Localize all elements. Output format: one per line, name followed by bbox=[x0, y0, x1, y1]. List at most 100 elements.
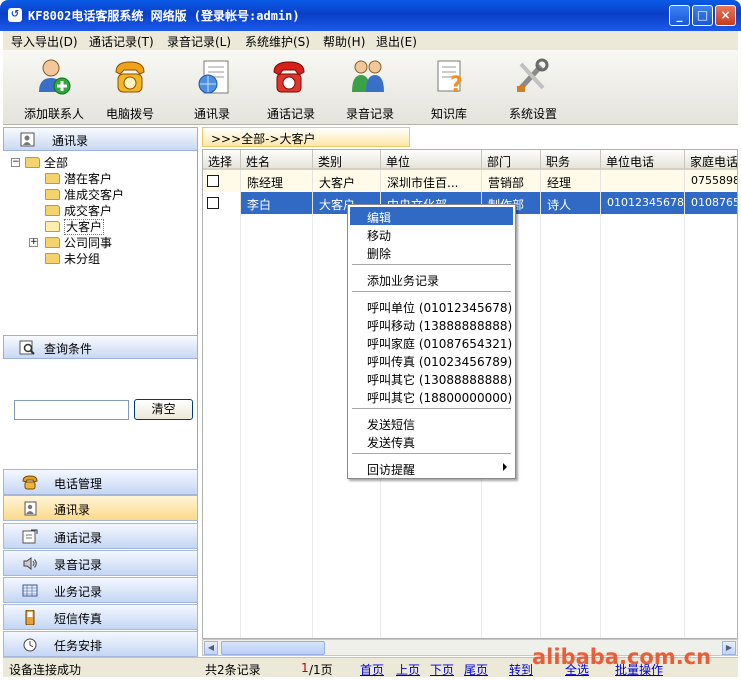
next-page-link[interactable]: 下页 bbox=[430, 661, 454, 678]
connection-status: 设备连接成功 bbox=[9, 663, 82, 677]
title-bar: ↺ KF8002电话客服系统 网络版 (登录帐号:admin) _ □ × bbox=[0, 0, 741, 31]
toolbar-label: 通讯录 bbox=[194, 107, 231, 121]
column-divider bbox=[600, 170, 601, 638]
nav-label: 通话记录 bbox=[54, 531, 103, 545]
menu-item-call-mobile[interactable]: 呼叫移动 (13888888888) bbox=[350, 315, 513, 333]
scrollbar-thumb[interactable] bbox=[221, 641, 325, 655]
scroll-right-icon[interactable]: ▶ bbox=[722, 641, 736, 655]
menu-item-add-business-record[interactable]: 添加业务记录 bbox=[350, 270, 513, 288]
tree-node-closed[interactable]: 成交客户 bbox=[45, 202, 112, 218]
column-header-title[interactable]: 职务 bbox=[541, 150, 601, 170]
goto-page-link[interactable]: 转到 bbox=[509, 661, 533, 678]
minimize-button[interactable]: _ bbox=[669, 5, 690, 26]
tree-collapse-toggle[interactable]: − bbox=[11, 158, 20, 167]
address-book-icon bbox=[24, 501, 37, 516]
menu-item-edit[interactable]: 编辑 bbox=[350, 207, 513, 225]
nav-call-records[interactable]: 通话记录 bbox=[3, 523, 198, 549]
home-phone-cell: 07558981 bbox=[685, 170, 737, 192]
breadcrumb: >>>全部->大客户 bbox=[202, 127, 410, 147]
folder-icon bbox=[25, 157, 40, 168]
address-book-button[interactable]: 通讯录 bbox=[188, 50, 238, 125]
menu-item-move[interactable]: 移动 bbox=[350, 225, 513, 243]
nav-address-book[interactable]: 通讯录 bbox=[3, 495, 198, 521]
tree-node-ungrouped[interactable]: 未分组 bbox=[45, 250, 100, 266]
menu-import-export[interactable]: 导入导出(D) bbox=[11, 33, 78, 50]
call-records-button[interactable]: 通话记录 bbox=[261, 50, 321, 125]
scroll-left-icon[interactable]: ◀ bbox=[204, 641, 218, 655]
folder-icon bbox=[45, 253, 60, 264]
menu-item-delete[interactable]: 删除 bbox=[350, 243, 513, 261]
maximize-button[interactable]: □ bbox=[692, 5, 713, 26]
last-page-link[interactable]: 尾页 bbox=[464, 661, 488, 678]
phone-dial-icon bbox=[115, 61, 145, 93]
column-header-select[interactable]: 选择 bbox=[203, 150, 241, 170]
menu-call-records[interactable]: 通话记录(T) bbox=[89, 33, 154, 50]
tree-node-potential[interactable]: 潜在客户 bbox=[45, 170, 112, 186]
home-phone-cell: 01087654 bbox=[685, 192, 737, 214]
tree-node-major-customer[interactable]: 大客户 bbox=[45, 218, 105, 235]
system-settings-button[interactable]: 系统设置 bbox=[503, 50, 563, 125]
work-phone-cell bbox=[601, 170, 685, 192]
column-header-department[interactable]: 部门 bbox=[482, 150, 541, 170]
column-header-company[interactable]: 单位 bbox=[381, 150, 482, 170]
name-cell: 李白 bbox=[241, 192, 313, 214]
query-input[interactable] bbox=[14, 400, 129, 420]
tree-node-prospect[interactable]: 准成交客户 bbox=[45, 186, 124, 202]
prev-page-link[interactable]: 上页 bbox=[396, 661, 420, 678]
menu-item-followup-reminder[interactable]: 回访提醒 bbox=[350, 459, 513, 477]
knowledge-icon: ? bbox=[437, 60, 463, 96]
tree-expand-toggle[interactable]: + bbox=[29, 238, 38, 247]
menu-item-call-other-1[interactable]: 呼叫其它 (13088888888) bbox=[350, 369, 513, 387]
nav-phone-management[interactable]: 电话管理 bbox=[3, 469, 198, 495]
recordings-button[interactable]: 录音记录 bbox=[340, 50, 400, 125]
tree-node-all[interactable]: 全部 bbox=[25, 154, 68, 170]
app-icon: ↺ bbox=[8, 8, 22, 22]
row-checkbox[interactable] bbox=[207, 175, 219, 187]
row-checkbox[interactable] bbox=[207, 197, 219, 209]
settings-icon bbox=[517, 58, 549, 92]
tree-label: 大客户 bbox=[64, 219, 105, 235]
menu-separator bbox=[352, 264, 511, 265]
menu-item-call-other-2[interactable]: 呼叫其它 (18800000000) bbox=[350, 387, 513, 405]
menu-item-call-home[interactable]: 呼叫家庭 (01087654321) bbox=[350, 333, 513, 351]
nav-sms-fax[interactable]: 短信传真 bbox=[3, 604, 198, 630]
call-record-icon bbox=[22, 529, 38, 544]
first-page-link[interactable]: 首页 bbox=[360, 661, 384, 678]
column-header-name[interactable]: 姓名 bbox=[241, 150, 313, 170]
title-cell: 诗人 bbox=[541, 192, 601, 214]
menu-item-send-sms[interactable]: 发送短信 bbox=[350, 414, 513, 432]
pc-dial-button[interactable]: 电脑拨号 bbox=[101, 50, 161, 125]
folder-icon bbox=[45, 205, 60, 216]
nav-label: 短信传真 bbox=[54, 612, 103, 626]
clear-button[interactable]: 清空 bbox=[134, 399, 193, 420]
search-icon bbox=[19, 340, 35, 355]
table-row[interactable]: 陈经理 大客户 深圳市佳百... 营销部 经理 07558981 bbox=[203, 170, 737, 192]
knowledge-base-button[interactable]: ? 知识库 bbox=[425, 50, 475, 125]
column-header-category[interactable]: 类别 bbox=[313, 150, 381, 170]
menu-item-send-fax[interactable]: 发送传真 bbox=[350, 432, 513, 450]
column-header-work-phone[interactable]: 单位电话 bbox=[601, 150, 685, 170]
column-divider bbox=[240, 170, 241, 638]
menu-help[interactable]: 帮助(H) bbox=[323, 33, 365, 50]
add-contact-button[interactable]: 添加联系人 bbox=[21, 50, 91, 125]
clock-icon bbox=[23, 638, 37, 652]
menu-item-call-work[interactable]: 呼叫单位 (01012345678) bbox=[350, 297, 513, 315]
tree-label: 潜在客户 bbox=[64, 172, 113, 186]
menu-system-maintenance[interactable]: 系统维护(S) bbox=[245, 33, 310, 50]
current-page: 1 bbox=[301, 661, 309, 675]
close-button[interactable]: × bbox=[715, 5, 736, 26]
menu-exit[interactable]: 退出(E) bbox=[376, 33, 417, 50]
menu-recordings[interactable]: 录音记录(L) bbox=[167, 33, 231, 50]
menu-item-label: 回访提醒 bbox=[367, 463, 416, 477]
nav-label: 电话管理 bbox=[54, 477, 103, 491]
nav-recordings[interactable]: 录音记录 bbox=[3, 550, 198, 576]
call-record-icon bbox=[273, 61, 305, 93]
toolbar-label: 电脑拨号 bbox=[106, 107, 155, 121]
menu-item-call-fax[interactable]: 呼叫传真 (01023456789) bbox=[350, 351, 513, 369]
tree-node-colleagues[interactable]: 公司同事 bbox=[45, 234, 112, 250]
column-header-home-phone[interactable]: 家庭电话 bbox=[685, 150, 737, 170]
company-cell: 深圳市佳百... bbox=[381, 170, 482, 192]
tree-label: 公司同事 bbox=[64, 236, 113, 250]
nav-business-records[interactable]: 业务记录 bbox=[3, 577, 198, 603]
nav-task-schedule[interactable]: 任务安排 bbox=[3, 631, 198, 657]
